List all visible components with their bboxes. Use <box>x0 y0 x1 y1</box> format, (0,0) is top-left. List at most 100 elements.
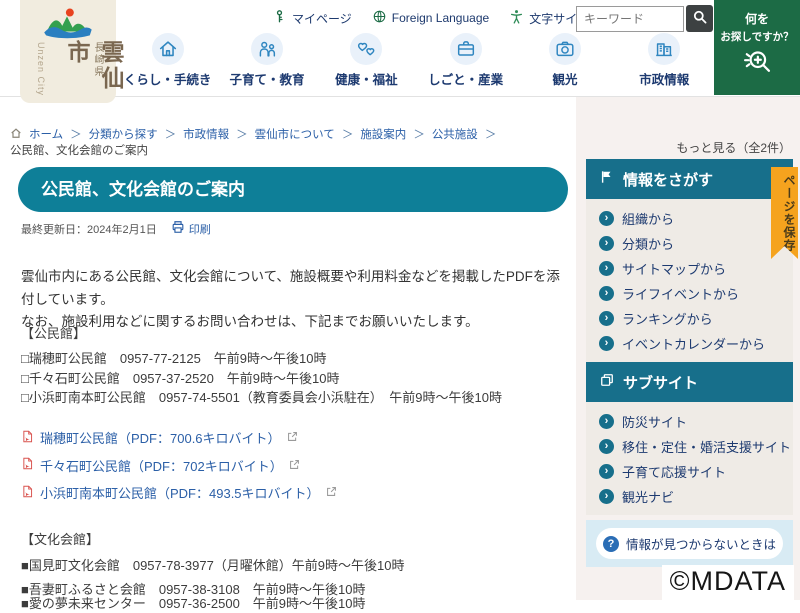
sidebar-header-label: サブサイト <box>623 374 699 392</box>
what-are-you-looking-for-banner[interactable]: 何を お探しですか？ <box>714 0 800 95</box>
pdf-link[interactable]: 瑞穂町公民館（PDF：700.6キロバイト） <box>40 428 281 447</box>
breadcrumb: ホーム ＞ 分類から探す ＞ 市政情報 ＞ 雲仙市について ＞ 施設案内 ＞ 公… <box>10 127 575 159</box>
pdf-link[interactable]: 小浜町南本町公民館（PDF：493.5キロバイト） <box>40 483 320 502</box>
sidebar-item-eventcalendar[interactable]: › イベントカレンダーから <box>586 331 793 356</box>
last-updated: 最終更新日：2024年2月1日 <box>21 223 157 236</box>
nav-item-shigoto[interactable]: しごと・産業 <box>416 33 515 88</box>
nav-item-kurashi[interactable]: くらし・手続き <box>118 33 217 88</box>
search-input[interactable] <box>576 5 684 32</box>
banner-line1: 何を <box>744 12 769 26</box>
building-icon <box>648 33 681 65</box>
hearts-icon <box>350 33 383 65</box>
kominkan-heading: 【公民館】 <box>21 326 87 341</box>
sidebar-item-kanko-navi[interactable]: › 観光ナビ <box>586 484 793 509</box>
breadcrumb-link-home[interactable]: ホーム <box>29 128 63 143</box>
flag-icon <box>600 170 614 188</box>
foreign-language-label: Foreign Language <box>391 11 490 25</box>
breadcrumb-link-category[interactable]: 分類から探す <box>89 128 158 143</box>
sidebar-item-bunrui[interactable]: › 分類から <box>586 231 793 256</box>
see-more-link[interactable]: もっと見る（全2件） <box>586 139 791 156</box>
save-page-ribbon[interactable]: ページを保存 <box>771 167 798 259</box>
external-link-icon <box>326 485 337 500</box>
nav-label: 子育て・教育 <box>229 73 305 87</box>
foreign-language-link[interactable]: Foreign Language <box>372 9 489 27</box>
sidebar-item-label: 観光ナビ <box>622 490 675 505</box>
breadcrumb-link-shisei[interactable]: 市政情報 <box>183 128 229 143</box>
help-box: ? 情報が見つからないときは <box>586 520 793 567</box>
search-icon <box>692 9 708 28</box>
home-icon <box>10 127 22 144</box>
globe-icon <box>372 9 387 27</box>
nav-label: 健康・福祉 <box>335 73 398 87</box>
sidebar-item-iju[interactable]: › 移住・定住・婚活支援サイト <box>586 434 793 459</box>
chevron-right-icon: › <box>599 464 614 479</box>
sidebar-item-kosodate-ouen[interactable]: › 子育て応援サイト <box>586 459 793 484</box>
chevron-right-icon: › <box>599 336 614 351</box>
windows-icon <box>600 373 614 391</box>
logo-city-name: 雲仙市 <box>64 40 124 92</box>
mypage-link[interactable]: マイページ <box>272 9 352 27</box>
chevron-right-icon: › <box>599 236 614 251</box>
pdf-link-row: 瑞穂町公民館（PDF：700.6キロバイト） <box>21 424 571 452</box>
chevron-right-icon: › <box>599 439 614 454</box>
pdf-file-icon <box>21 484 34 502</box>
nav-item-kosodate[interactable]: 子育て・教育 <box>217 33 316 88</box>
bunkakaikan-section: 【文化会館】 ■国見町文化会館 0957-78-3977（月曜休館）午前9時〜午… <box>21 531 571 605</box>
info-not-found-button[interactable]: ? 情報が見つからないときは <box>596 528 783 559</box>
sidebar-item-bosai[interactable]: › 防災サイト <box>586 409 793 434</box>
briefcase-icon <box>449 33 482 65</box>
print-button[interactable]: 印刷 <box>171 220 211 237</box>
key-icon <box>272 9 287 27</box>
pdf-link-list: 瑞穂町公民館（PDF：700.6キロバイト） 千々石町公民館（PDF：702キロ… <box>21 424 571 507</box>
printer-icon <box>171 220 185 237</box>
chevron-right-icon: › <box>599 414 614 429</box>
chevron-right-icon: › <box>599 489 614 504</box>
banner-line2: お探しですか？ <box>720 31 794 43</box>
camera-icon <box>548 33 581 65</box>
intro-paragraph: 雲仙市内にある公民館、文化会館について、施設概要や利用料金などを掲載したPDFを… <box>21 266 571 334</box>
info-not-found-label: 情報が見つからないときは <box>625 538 776 552</box>
sidebar-item-sitemap[interactable]: › サイトマップから <box>586 256 793 281</box>
accessibility-icon <box>509 9 524 27</box>
sidebar-item-label: 移住・定住・婚活支援サイト <box>622 440 792 455</box>
pdf-file-icon <box>21 456 34 474</box>
pdf-link[interactable]: 千々石町公民館（PDF：702キロバイト） <box>40 456 283 475</box>
breadcrumb-link-about[interactable]: 雲仙市について <box>255 128 335 143</box>
house-icon <box>151 33 184 65</box>
sidebar-item-label: ランキングから <box>622 312 713 327</box>
nav-item-kenko[interactable]: 健康・福祉 <box>317 33 416 88</box>
children-icon <box>250 33 283 65</box>
site-logo[interactable]: 長崎県 雲仙市 Unzen City <box>20 0 124 103</box>
sidebar-item-label: ライフイベントから <box>622 287 740 302</box>
breadcrumb-separator: ＞ <box>341 129 354 141</box>
mdata-watermark: ©MDATA <box>661 565 794 600</box>
sidebar-item-soshiki[interactable]: › 組織から <box>586 206 793 231</box>
breadcrumb-current: 公民館、文化会館のご案内 <box>10 145 148 157</box>
breadcrumb-link-shisetsu[interactable]: 施設案内 <box>360 128 406 143</box>
sidebar-item-ranking[interactable]: › ランキングから <box>586 306 793 331</box>
sidebar-header-subsites: サブサイト <box>586 362 793 402</box>
nav-label: 市政情報 <box>639 73 690 87</box>
nav-label: しごと・産業 <box>428 73 504 87</box>
nav-item-kanko[interactable]: 観光 <box>515 33 614 88</box>
sidebar-item-lifeevent[interactable]: › ライフイベントから <box>586 281 793 306</box>
pdf-link-row: 小浜町南本町公民館（PDF：493.5キロバイト） <box>21 479 571 507</box>
logo-city-english: Unzen City <box>36 42 46 97</box>
sidebar-header-find-info: 情報をさがす <box>586 159 793 199</box>
kominkan-row: □瑞穂町公民館 0957-77-2125 午前9時〜午後10時 <box>21 351 327 366</box>
breadcrumb-separator: ＞ <box>236 129 248 141</box>
subsite-list: › 防災サイト › 移住・定住・婚活支援サイト › 子育て応援サイト › 観光ナ… <box>586 402 793 515</box>
pdf-link-row: 千々石町公民館（PDF：702キロバイト） <box>21 452 571 480</box>
nav-item-shisei[interactable]: 市政情報 <box>615 33 714 88</box>
bunkakaikan-row-clipped: ■愛の夢未来センター 0957-36-2500 午前9時〜午後10時 <box>21 596 366 611</box>
chevron-right-icon: › <box>599 286 614 301</box>
search-button[interactable] <box>686 5 713 32</box>
chevron-right-icon: › <box>599 261 614 276</box>
breadcrumb-separator: ＞ <box>70 129 82 141</box>
chevron-right-icon: › <box>599 311 614 326</box>
sidebar-item-label: 組織から <box>622 212 675 227</box>
global-nav: くらし・手続き 子育て・教育 健康・福祉 しごと・産業 観光 市政情報 <box>118 33 714 88</box>
pdf-file-icon <box>21 429 34 447</box>
intro-line1: 雲仙市内にある公民館、文化会館について、施設概要や利用料金などを掲載したPDFを… <box>21 269 560 307</box>
breadcrumb-link-kokyo[interactable]: 公共施設 <box>432 128 478 143</box>
